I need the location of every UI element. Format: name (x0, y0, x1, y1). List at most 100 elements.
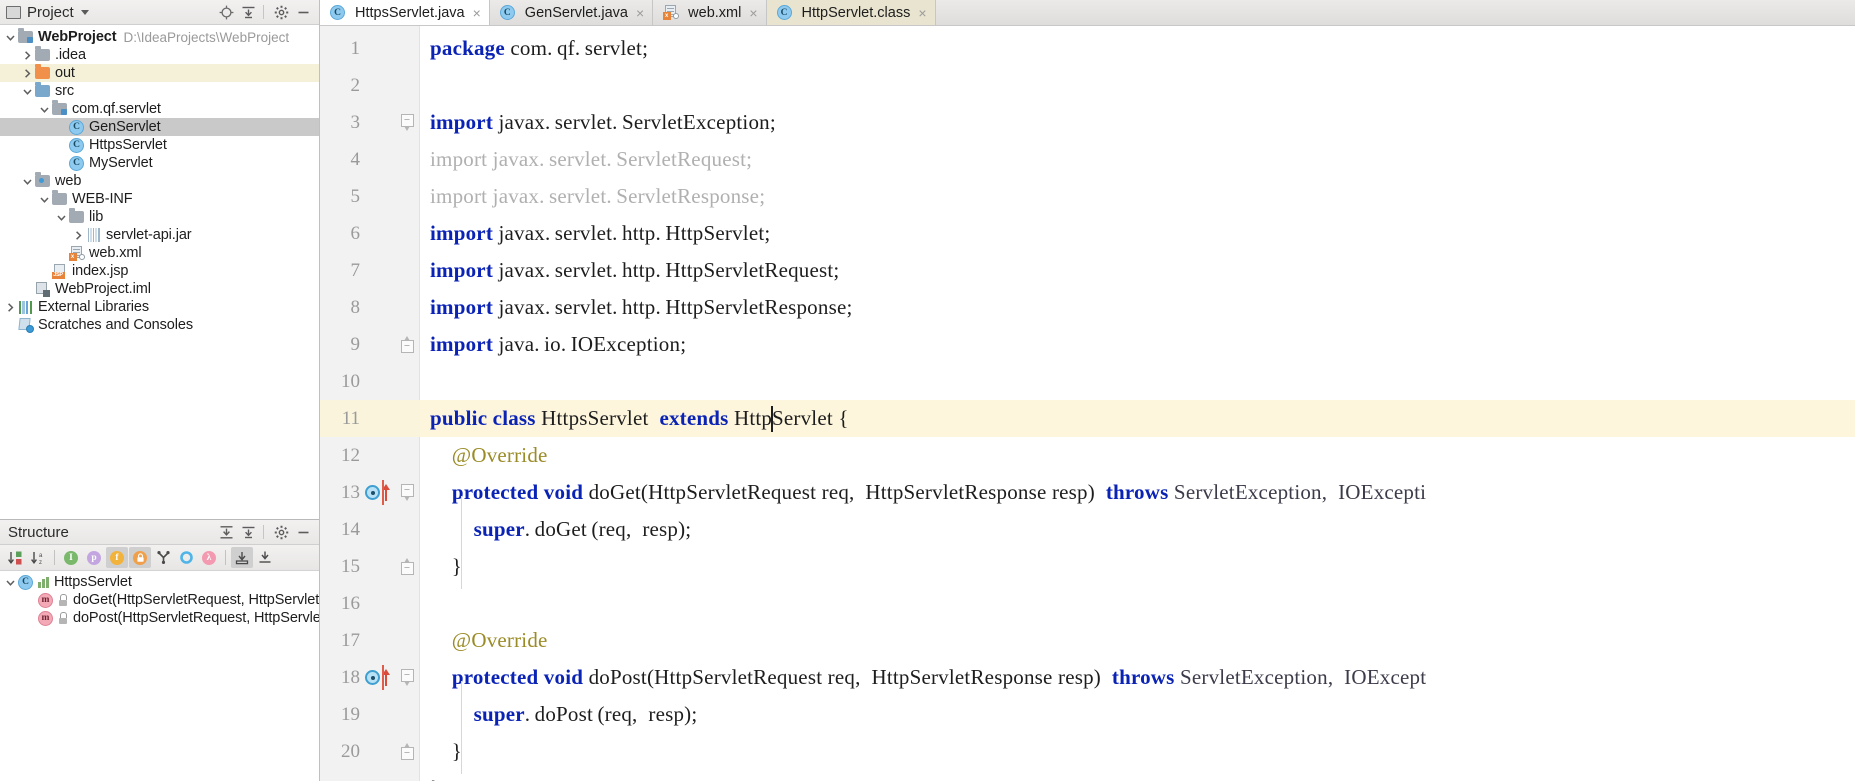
project-tree-item[interactable]: x web.xml (0, 244, 319, 262)
project-tree-item-label: web.xml (89, 245, 142, 261)
show-fields-icon[interactable]: f (106, 547, 128, 568)
svg-text:z: z (39, 560, 42, 566)
close-icon[interactable]: × (473, 6, 481, 20)
sort-alphabetically-icon[interactable]: az (27, 547, 49, 568)
editor-gutter[interactable]: 123−456789−10111213−1415−161718−1920−21 (320, 26, 420, 781)
project-tree-item[interactable]: web (0, 172, 319, 190)
show-properties-icon[interactable]: p (83, 547, 105, 568)
gutter-line: 3− (320, 104, 420, 141)
gutter-line: 8 (320, 289, 420, 326)
code-token: } (430, 554, 463, 578)
code-token: @Override (430, 628, 548, 652)
chevron-down-icon[interactable] (21, 82, 34, 100)
java-class-icon: C (329, 5, 346, 21)
collapse-all-icon[interactable] (238, 522, 258, 542)
expand-all-icon[interactable] (216, 522, 236, 542)
fold-collapse-icon[interactable]: − (400, 114, 414, 131)
sort-by-visibility-icon[interactable] (4, 547, 26, 568)
project-tree-item[interactable]: JSP index.jsp (0, 262, 319, 280)
expand-all-icon[interactable] (231, 547, 253, 568)
project-tree-item[interactable]: WebProject D:\IdeaProjects\WebProject (0, 28, 319, 46)
project-tree-item[interactable]: External Libraries (0, 298, 319, 316)
collapse-all-icon[interactable] (238, 2, 258, 22)
chevron-down-icon[interactable] (38, 190, 51, 208)
hide-icon[interactable] (293, 522, 313, 542)
project-tree-item-label: WebProject (38, 29, 117, 45)
code-token: @Override (430, 443, 548, 467)
code-token: import (430, 332, 494, 356)
chevron-right-icon[interactable] (21, 46, 34, 64)
show-lambdas-icon[interactable]: λ (198, 547, 220, 568)
close-icon[interactable]: × (636, 6, 644, 20)
chevron-right-icon[interactable] (21, 64, 34, 82)
toolbar-divider (54, 550, 55, 565)
hide-icon[interactable] (293, 2, 313, 22)
project-tree-item[interactable]: lib (0, 208, 319, 226)
chevron-down-icon[interactable] (4, 573, 17, 591)
gutter-line: 15 − (320, 548, 420, 585)
fold-collapse-icon[interactable]: − (400, 669, 414, 686)
fold-control[interactable]: − (396, 669, 418, 686)
structure-tree-item[interactable]: C HttpsServlet (0, 573, 319, 591)
chevron-right-icon[interactable] (4, 298, 17, 316)
code-text-area[interactable]: package com. qf. servlet; import javax. s… (420, 26, 1855, 781)
project-tree-item[interactable]: WebProject.iml (0, 280, 319, 298)
editor-tab-bar[interactable]: C HttpsServlet.java × C GenServlet.java × x web… (320, 0, 1855, 26)
project-tree-item[interactable]: servlet-api.jar (0, 226, 319, 244)
collapse-all-icon[interactable] (254, 547, 276, 568)
chevron-down-icon[interactable] (55, 208, 68, 226)
fold-control[interactable]: − (396, 484, 418, 501)
fold-control[interactable]: − (396, 743, 418, 760)
project-tree-item[interactable]: C MyServlet (0, 154, 319, 172)
show-inherited-icon[interactable]: I (60, 547, 82, 568)
chevron-down-icon[interactable] (21, 172, 34, 190)
close-icon[interactable]: × (918, 6, 926, 20)
override-method-icon[interactable] (365, 670, 380, 685)
editor-tab[interactable]: C HttpServlet.class × (766, 0, 936, 25)
structure-toolbar[interactable]: az Ipf λ (0, 545, 319, 571)
project-tree-item[interactable]: out (0, 64, 319, 82)
editor-tab-label: HttpsServlet.java (355, 4, 465, 21)
code-line: import javax. servlet. ServletResponse; (420, 178, 765, 215)
fold-end-icon[interactable]: − (400, 558, 414, 575)
chevron-down-icon[interactable] (38, 100, 51, 118)
editor-tab[interactable]: C HttpsServlet.java × (320, 0, 490, 25)
override-method-icon[interactable] (365, 485, 380, 500)
project-tree-item[interactable]: src (0, 82, 319, 100)
project-tree-item[interactable]: C GenServlet (0, 118, 319, 136)
show-anonymous-classes-icon[interactable] (152, 547, 174, 568)
fold-control[interactable]: − (396, 558, 418, 575)
fold-control[interactable]: − (396, 114, 418, 131)
show-interfaces-icon[interactable] (175, 547, 197, 568)
project-tree-item-label: WebProject.iml (55, 281, 151, 297)
protected-lock-icon (58, 612, 67, 624)
project-tree[interactable]: WebProject D:\IdeaProjects\WebProject .ide… (0, 25, 319, 519)
code-editor[interactable]: 123−456789−10111213−1415−161718−1920−21 … (320, 26, 1855, 781)
structure-tree-item[interactable]: m doPost(HttpServletRequest, HttpServletR… (0, 609, 319, 627)
code-token: ServletException, IOExcept (1174, 665, 1427, 689)
show-non-public-icon[interactable] (129, 547, 151, 568)
chevron-down-icon[interactable] (4, 28, 17, 46)
fold-collapse-icon[interactable]: − (400, 484, 414, 501)
settings-icon[interactable] (271, 522, 291, 542)
structure-tree-item[interactable]: m doGet(HttpServletRequest, HttpServletRe… (0, 591, 319, 609)
editor-tab[interactable]: x web.xml × (653, 0, 767, 25)
locate-icon[interactable] (216, 2, 236, 22)
gutter-line: 18 − (320, 659, 420, 696)
chevron-right-icon[interactable] (72, 226, 85, 244)
project-tree-item[interactable]: com.qf.servlet (0, 100, 319, 118)
code-token: super (473, 702, 525, 726)
editor-tab[interactable]: C GenServlet.java × (490, 0, 654, 25)
fold-control[interactable]: − (396, 336, 418, 353)
project-tree-item[interactable]: .idea (0, 46, 319, 64)
project-tree-item[interactable]: WEB-INF (0, 190, 319, 208)
close-icon[interactable]: × (749, 6, 757, 20)
chevron-down-icon[interactable] (80, 9, 89, 15)
fold-end-icon[interactable]: − (400, 743, 414, 760)
project-tree-item[interactable]: Scratches and Consoles (0, 316, 319, 334)
structure-tree[interactable]: C HttpsServlet m doGet(HttpServletRequest, … (0, 571, 319, 781)
fold-end-icon[interactable]: − (400, 336, 414, 353)
project-tree-item[interactable]: C HttpsServlet (0, 136, 319, 154)
settings-icon[interactable] (271, 2, 291, 22)
